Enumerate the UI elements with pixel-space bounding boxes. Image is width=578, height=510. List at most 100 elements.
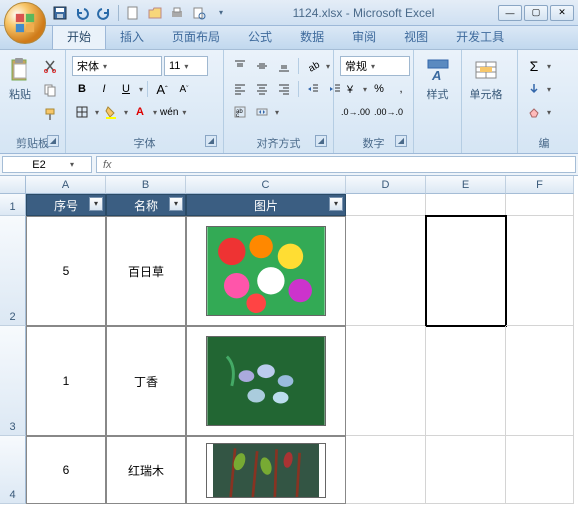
cell-C3[interactable]	[186, 326, 346, 436]
minimize-button[interactable]: —	[498, 5, 522, 21]
cell-B1[interactable]: 名称 ▾	[106, 194, 186, 216]
orientation-dropdown-icon[interactable]: ▾	[326, 62, 330, 71]
quickprint-icon[interactable]	[169, 5, 185, 21]
italic-button[interactable]: I	[94, 79, 114, 99]
phonetic-dropdown-icon[interactable]: ▾	[182, 108, 186, 117]
cell-D3[interactable]	[346, 326, 426, 436]
cell-C1[interactable]: 图片 ▾	[186, 194, 346, 216]
borders-dropdown-icon[interactable]: ▾	[95, 108, 99, 117]
row-header-3[interactable]: 3	[0, 326, 26, 436]
col-header-B[interactable]: B	[106, 176, 186, 194]
decrease-decimal-icon[interactable]: .00→.0	[373, 102, 404, 122]
cell-E1[interactable]	[426, 194, 506, 216]
name-box[interactable]: ▾	[2, 156, 92, 173]
comma-style-icon[interactable]: ,	[391, 79, 411, 99]
qat-customize-icon[interactable]: ▾	[213, 5, 229, 21]
align-left-icon[interactable]	[230, 79, 250, 99]
row-header-1[interactable]: 1	[0, 194, 26, 216]
align-bottom-icon[interactable]	[274, 56, 294, 76]
fill-color-icon[interactable]	[101, 102, 121, 122]
image-zinnia[interactable]	[206, 226, 326, 316]
styles-button[interactable]: A 样式	[418, 52, 457, 106]
paste-button[interactable]: 粘贴	[4, 52, 36, 106]
borders-icon[interactable]	[72, 102, 92, 122]
row-header-4[interactable]: 4	[0, 436, 26, 504]
cell-B2[interactable]: 百日草	[106, 216, 186, 326]
name-box-input[interactable]	[9, 159, 69, 171]
col-header-E[interactable]: E	[426, 176, 506, 194]
cell-F1[interactable]	[506, 194, 574, 216]
font-size-combo[interactable]: 11▾	[164, 56, 208, 76]
number-launcher-icon[interactable]: ◢	[395, 135, 407, 147]
font-name-combo[interactable]: 宋体▾	[72, 56, 162, 76]
increase-decimal-icon[interactable]: .0→.00	[340, 102, 371, 122]
cell-F4[interactable]	[506, 436, 574, 504]
filter-button-B[interactable]: ▾	[169, 197, 183, 211]
filter-button-C[interactable]: ▾	[329, 197, 343, 211]
cell-A4[interactable]: 6	[26, 436, 106, 504]
font-color-dropdown-icon[interactable]: ▾	[153, 108, 157, 117]
redo-icon[interactable]	[96, 5, 112, 21]
fill-icon[interactable]	[524, 79, 544, 99]
cell-A2[interactable]: 5	[26, 216, 106, 326]
cell-F3[interactable]	[506, 326, 574, 436]
font-launcher-icon[interactable]: ◢	[205, 135, 217, 147]
decrease-indent-icon[interactable]	[303, 79, 323, 99]
align-middle-icon[interactable]	[252, 56, 272, 76]
tab-data[interactable]: 数据	[286, 24, 338, 49]
cell-D2[interactable]	[346, 216, 426, 326]
cell-C2[interactable]	[186, 216, 346, 326]
col-header-D[interactable]: D	[346, 176, 426, 194]
shrink-font-icon[interactable]: Aˇ	[174, 79, 194, 99]
underline-button[interactable]: U	[116, 79, 136, 99]
align-right-icon[interactable]	[274, 79, 294, 99]
cell-E4[interactable]	[426, 436, 506, 504]
undo-icon[interactable]	[74, 5, 90, 21]
copy-icon[interactable]	[40, 80, 60, 100]
cell-E2-selected[interactable]	[426, 216, 506, 326]
number-format-combo[interactable]: 常规▾	[340, 56, 410, 76]
align-center-icon[interactable]	[252, 79, 272, 99]
cells-area[interactable]: 序号 ▾ 名称 ▾ 图片 ▾ 5 百日草	[26, 194, 578, 504]
phonetic-icon[interactable]: wén	[159, 102, 179, 122]
cell-D4[interactable]	[346, 436, 426, 504]
fill-dropdown-icon[interactable]: ▾	[547, 85, 551, 94]
tab-developer[interactable]: 开发工具	[442, 24, 518, 49]
alignment-launcher-icon[interactable]: ◢	[315, 135, 327, 147]
format-painter-icon[interactable]	[40, 104, 60, 124]
orientation-icon[interactable]: ab	[303, 56, 323, 76]
cell-A1[interactable]: 序号 ▾	[26, 194, 106, 216]
autosum-icon[interactable]: Σ	[524, 56, 544, 76]
percent-icon[interactable]: %	[369, 79, 389, 99]
tab-page-layout[interactable]: 页面布局	[158, 24, 234, 49]
select-all-corner[interactable]	[0, 176, 26, 194]
tab-formulas[interactable]: 公式	[234, 24, 286, 49]
clear-dropdown-icon[interactable]: ▾	[547, 108, 551, 117]
new-icon[interactable]	[125, 5, 141, 21]
tab-view[interactable]: 视图	[390, 24, 442, 49]
cell-E3[interactable]	[426, 326, 506, 436]
image-dogwood[interactable]	[206, 443, 326, 498]
formula-input-area[interactable]: fx	[96, 156, 576, 173]
row-header-2[interactable]: 2	[0, 216, 26, 326]
cell-B3[interactable]: 丁香	[106, 326, 186, 436]
font-color-icon[interactable]: A	[130, 102, 150, 122]
col-header-F[interactable]: F	[506, 176, 574, 194]
name-box-dropdown-icon[interactable]: ▾	[70, 160, 74, 169]
cell-A3[interactable]: 1	[26, 326, 106, 436]
align-top-icon[interactable]	[230, 56, 250, 76]
col-header-C[interactable]: C	[186, 176, 346, 194]
cells-button[interactable]: 单元格	[466, 52, 506, 106]
save-icon[interactable]	[52, 5, 68, 21]
cell-F2[interactable]	[506, 216, 574, 326]
autosum-dropdown-icon[interactable]: ▾	[547, 62, 551, 71]
clipboard-launcher-icon[interactable]: ◢	[47, 135, 59, 147]
cut-icon[interactable]	[40, 56, 60, 76]
maximize-button[interactable]: ▢	[524, 5, 548, 21]
col-header-A[interactable]: A	[26, 176, 106, 194]
bold-button[interactable]: B	[72, 79, 92, 99]
image-lilac[interactable]	[206, 336, 326, 426]
tab-review[interactable]: 审阅	[338, 24, 390, 49]
merge-center-icon[interactable]	[252, 102, 272, 122]
cell-B4[interactable]: 红瑞木	[106, 436, 186, 504]
